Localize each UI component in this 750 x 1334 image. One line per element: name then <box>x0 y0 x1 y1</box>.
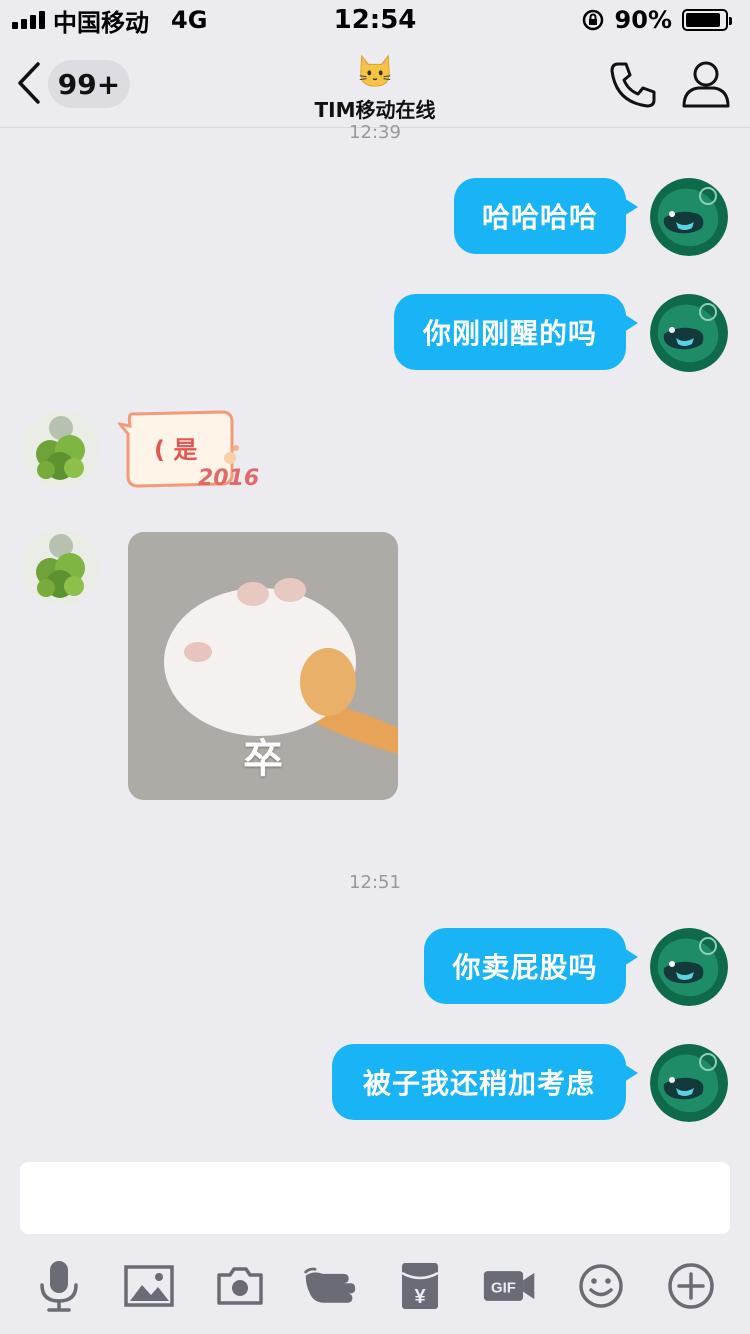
timestamp: 12:51 <box>349 872 401 893</box>
input-toolbar: ¥ GIF <box>0 1256 750 1316</box>
signal-strength-icon <box>12 11 45 29</box>
emoji-icon <box>578 1264 623 1308</box>
image-icon <box>124 1265 175 1307</box>
microphone-icon <box>40 1261 78 1312</box>
status-right: 90% <box>581 6 732 34</box>
poke-button[interactable] <box>302 1258 358 1314</box>
mascot-avatar-icon <box>650 294 728 372</box>
sticker-text: ( 是 <box>154 436 198 464</box>
orientation-lock-icon <box>582 9 603 31</box>
status-bar: 中国移动 4G 12:54 90% <box>0 0 750 40</box>
battery-level <box>686 13 721 27</box>
battery-percent: 90% <box>614 6 672 34</box>
mascot-avatar-icon <box>650 928 728 1006</box>
message-bubble-outgoing[interactable]: 哈哈哈哈 <box>454 178 638 254</box>
person-icon <box>682 61 730 108</box>
more-button[interactable] <box>663 1258 719 1314</box>
my-avatar[interactable] <box>650 294 728 372</box>
sticker-year: 2016 <box>198 466 260 491</box>
cat-face-icon <box>359 54 391 87</box>
message-input[interactable] <box>20 1162 730 1234</box>
red-packet-button[interactable]: ¥ <box>392 1258 448 1314</box>
gif-button[interactable]: GIF <box>482 1258 538 1314</box>
emoji-button[interactable] <box>573 1258 629 1314</box>
photo-caption: 卒 <box>243 736 283 782</box>
carrier-name: 中国移动 <box>53 8 149 37</box>
camera-button[interactable] <box>212 1258 268 1314</box>
battery-icon <box>682 9 732 31</box>
contact-avatar[interactable] <box>22 528 100 606</box>
voice-button[interactable] <box>31 1258 87 1314</box>
contact-avatar[interactable] <box>22 410 100 488</box>
network-type: 4G <box>171 6 208 34</box>
message-bubble-outgoing[interactable]: 你卖屁股吗 <box>424 928 638 1004</box>
plant-avatar-icon <box>22 528 100 606</box>
my-avatar[interactable] <box>650 928 728 1006</box>
my-avatar[interactable] <box>650 1044 728 1122</box>
profile-button[interactable] <box>680 58 732 110</box>
camera-icon <box>216 1267 263 1305</box>
status-left: 中国移动 4G <box>12 3 207 38</box>
call-button[interactable] <box>606 58 660 112</box>
poke-icon <box>304 1267 356 1303</box>
red-packet-icon: ¥ <box>401 1263 439 1309</box>
plant-avatar-icon <box>22 410 100 488</box>
chat-header: 99+ TIM移动在线 <box>0 40 750 128</box>
red-packet-label: ¥ <box>415 1286 427 1308</box>
message-bubble-outgoing[interactable]: 被子我还稍加考虑 <box>332 1044 638 1120</box>
image-message[interactable]: 卒 <box>128 532 398 800</box>
gif-label: GIF <box>491 1280 516 1297</box>
image-button[interactable] <box>121 1258 177 1314</box>
plus-icon <box>668 1263 714 1309</box>
mascot-avatar-icon <box>650 1044 728 1122</box>
mascot-avatar-icon <box>650 178 728 256</box>
timestamp: 12:39 <box>349 122 401 143</box>
gif-icon: GIF <box>484 1271 535 1301</box>
phone-icon <box>610 62 656 108</box>
message-bubble-outgoing[interactable]: 你刚刚醒的吗 <box>394 294 638 370</box>
sticker-message[interactable]: ( 是 2016 <box>116 408 259 496</box>
my-avatar[interactable] <box>650 178 728 256</box>
